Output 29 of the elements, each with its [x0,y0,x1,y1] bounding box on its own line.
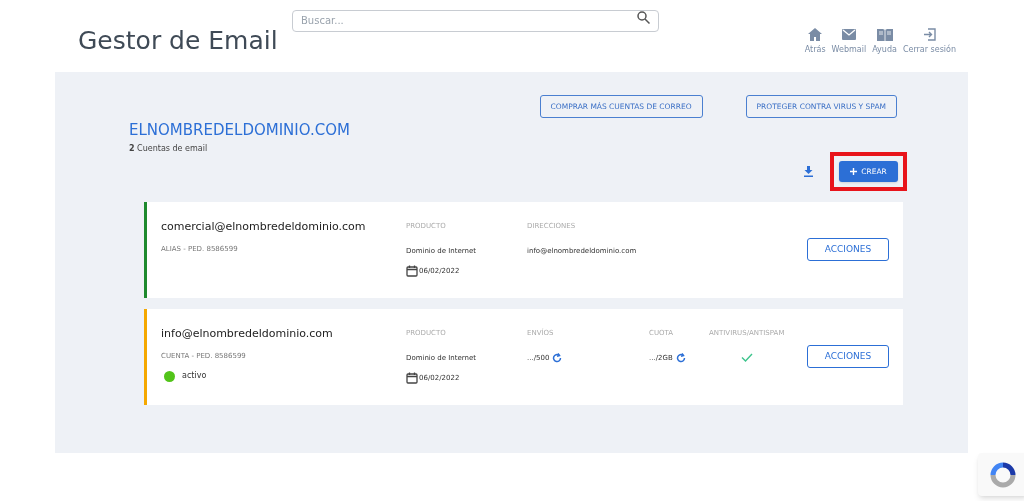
nav-link[interactable]: Webmail [831,28,867,56]
domain-name: ELNOMBREDELDOMINIO.COM [129,120,351,141]
nav-link[interactable]: Ayuda [872,28,897,56]
search-icon[interactable] [637,11,650,24]
calendar-icon [406,372,418,384]
nav-label: Atrás [804,44,826,56]
nav-label: Cerrar sesión [902,44,956,56]
calendar-icon [406,265,418,277]
account-email: info@elnombredeldominio.com [161,326,333,342]
captcha-badge[interactable] [978,453,1024,496]
status-label: activo [182,370,207,382]
page-title: Gestor de Email [78,25,278,57]
home-icon [808,28,823,41]
actions-button[interactable]: ACCIONES [807,345,889,368]
nav-label: Ayuda [872,44,897,56]
search-field[interactable]: Buscar... [292,9,659,32]
envelope-icon [841,28,856,41]
actions-button[interactable]: ACCIONES [807,238,889,261]
download-icon[interactable] [804,166,813,177]
nav-link[interactable]: Cerrar sesión [902,28,956,56]
account-email: comercial@elnombredeldominio.com [161,219,366,235]
logout-icon [922,28,936,41]
refresh-icon[interactable] [675,352,686,363]
nav-label: Webmail [831,44,867,56]
refresh-icon[interactable] [552,352,563,363]
plus-icon [850,168,858,175]
nav-link[interactable]: Atrás [804,28,826,56]
account-count: 2 Cuentas de email [129,142,209,155]
book-icon [876,28,893,41]
